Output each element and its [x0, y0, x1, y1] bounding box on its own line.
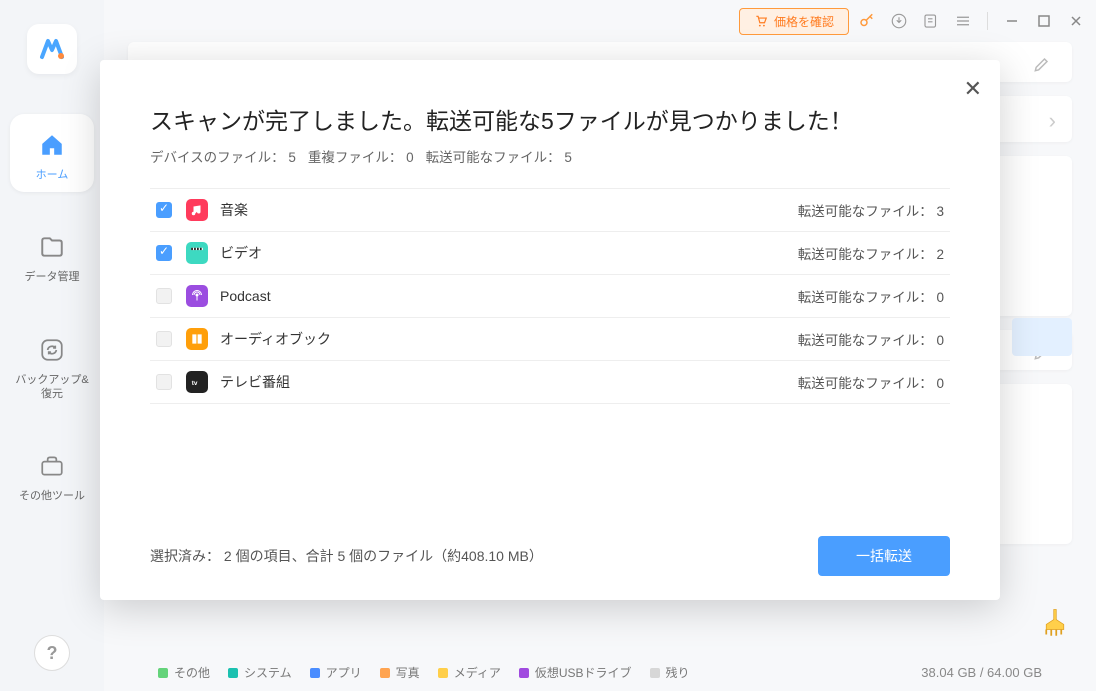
category-icon: [186, 285, 208, 307]
legend-item: 写真: [380, 664, 420, 681]
toolbox-icon: [39, 453, 65, 479]
file-row[interactable]: 音楽 転送可能なファイル： 3: [150, 189, 950, 232]
swatch: [519, 668, 529, 678]
checkbox[interactable]: [156, 202, 172, 218]
sidebar-item-label: バックアップ& 復元: [15, 373, 88, 402]
cleanup-icon[interactable]: [1040, 607, 1068, 635]
swatch: [310, 668, 320, 678]
legend-label: 残り: [666, 664, 690, 681]
file-row[interactable]: Podcast 転送可能なファイル： 0: [150, 275, 950, 318]
svg-text:tv: tv: [192, 380, 198, 387]
category-count: 転送可能なファイル： 0: [798, 329, 944, 349]
price-button[interactable]: 価格を確認: [739, 8, 849, 35]
sub-dupe-files: 重複ファイル： 0: [308, 146, 414, 166]
legend-item: 残り: [650, 664, 690, 681]
feedback-icon[interactable]: [917, 7, 945, 35]
swatch: [380, 668, 390, 678]
category-icon: [186, 242, 208, 264]
modal-subtitle: デバイスのファイル： 5 重複ファイル： 0 転送可能なファイル： 5: [150, 146, 950, 166]
category-label: Podcast: [220, 288, 271, 304]
category-icon: tv: [186, 371, 208, 393]
swatch: [438, 668, 448, 678]
sidebar-item-label: その他ツール: [19, 489, 85, 503]
swatch: [158, 668, 168, 678]
sub-device-files: デバイスのファイル： 5: [150, 146, 296, 166]
divider: [987, 12, 988, 30]
sub-transferable-files: 転送可能なファイル： 5: [426, 146, 572, 166]
category-label: 音楽: [220, 200, 248, 220]
checkbox: [156, 331, 172, 347]
modal-title: スキャンが完了しました。転送可能な5ファイルが見つかりました！: [150, 102, 950, 136]
legend-label: アプリ: [326, 664, 362, 681]
transfer-button[interactable]: 一括転送: [818, 536, 950, 576]
category-icon: [186, 199, 208, 221]
legend-label: メディア: [454, 664, 501, 681]
category-label: テレビ番組: [220, 372, 290, 392]
home-icon: [39, 132, 65, 158]
sidebar-item-label: データ管理: [25, 270, 80, 284]
legend-label: システム: [244, 664, 292, 681]
swatch: [650, 668, 660, 678]
sync-icon: [39, 337, 65, 363]
legend-item: メディア: [438, 664, 501, 681]
file-type-list: 音楽 転送可能なファイル： 3 ビデオ 転送可能なファイル： 2 Podcast 転送可能…: [150, 188, 950, 404]
key-icon[interactable]: [853, 7, 881, 35]
legend-item: 仮想USBドライブ: [519, 664, 632, 681]
sidebar: ホーム データ管理 バックアップ& 復元 その他ツール ?: [0, 0, 104, 691]
minimize-button[interactable]: [998, 7, 1026, 35]
sidebar-item-label: ホーム: [36, 168, 69, 182]
help-button[interactable]: ?: [34, 635, 70, 671]
modal-close-button[interactable]: ✕: [964, 76, 982, 102]
scan-complete-modal: ✕ スキャンが完了しました。転送可能な5ファイルが見つかりました！ デバイスのフ…: [100, 60, 1000, 600]
category-label: ビデオ: [220, 243, 262, 263]
storage-legend: その他 システム アプリ 写真 メディア 仮想USBドライブ 残り: [158, 664, 690, 681]
category-count: 転送可能なファイル： 0: [798, 372, 944, 392]
category-count: 転送可能なファイル： 2: [798, 243, 944, 263]
category-count: 転送可能なファイル： 0: [798, 286, 944, 306]
selection-summary: 選択済み： 2 個の項目、合計 5 個のファイル（約408.10 MB）: [150, 546, 543, 566]
maximize-button[interactable]: [1030, 7, 1058, 35]
file-row[interactable]: ビデオ 転送可能なファイル： 2: [150, 232, 950, 275]
folder-icon: [39, 234, 65, 260]
legend-label: その他: [174, 664, 210, 681]
legend-item: アプリ: [310, 664, 362, 681]
category-count: 転送可能なファイル： 3: [798, 200, 944, 220]
sidebar-item-data[interactable]: データ管理: [10, 216, 94, 294]
file-row[interactable]: tv テレビ番組 転送可能なファイル： 0: [150, 361, 950, 404]
legend-label: 仮想USBドライブ: [535, 664, 632, 681]
action-chip[interactable]: [1012, 318, 1072, 356]
edit-icon[interactable]: [1032, 54, 1056, 78]
checkbox: [156, 374, 172, 390]
sidebar-item-home[interactable]: ホーム: [10, 114, 94, 192]
legend-item: システム: [228, 664, 292, 681]
cart-icon: [754, 14, 768, 28]
legend-item: その他: [158, 664, 210, 681]
checkbox: [156, 288, 172, 304]
download-icon[interactable]: [885, 7, 913, 35]
price-label: 価格を確認: [774, 13, 834, 30]
file-row[interactable]: オーディオブック 転送可能なファイル： 0: [150, 318, 950, 361]
sidebar-item-backup[interactable]: バックアップ& 復元: [10, 319, 94, 412]
menu-icon[interactable]: [949, 7, 977, 35]
storage-usage: 38.04 GB / 64.00 GB: [921, 665, 1042, 680]
close-button[interactable]: [1062, 7, 1090, 35]
sidebar-item-tools[interactable]: その他ツール: [10, 435, 94, 513]
swatch: [228, 668, 238, 678]
titlebar: 価格を確認: [104, 0, 1096, 42]
category-label: オーディオブック: [220, 329, 331, 349]
legend-label: 写真: [396, 664, 420, 681]
checkbox[interactable]: [156, 245, 172, 261]
chevron-right-icon[interactable]: ›: [1049, 108, 1056, 134]
category-icon: [186, 328, 208, 350]
app-logo: [27, 24, 77, 74]
